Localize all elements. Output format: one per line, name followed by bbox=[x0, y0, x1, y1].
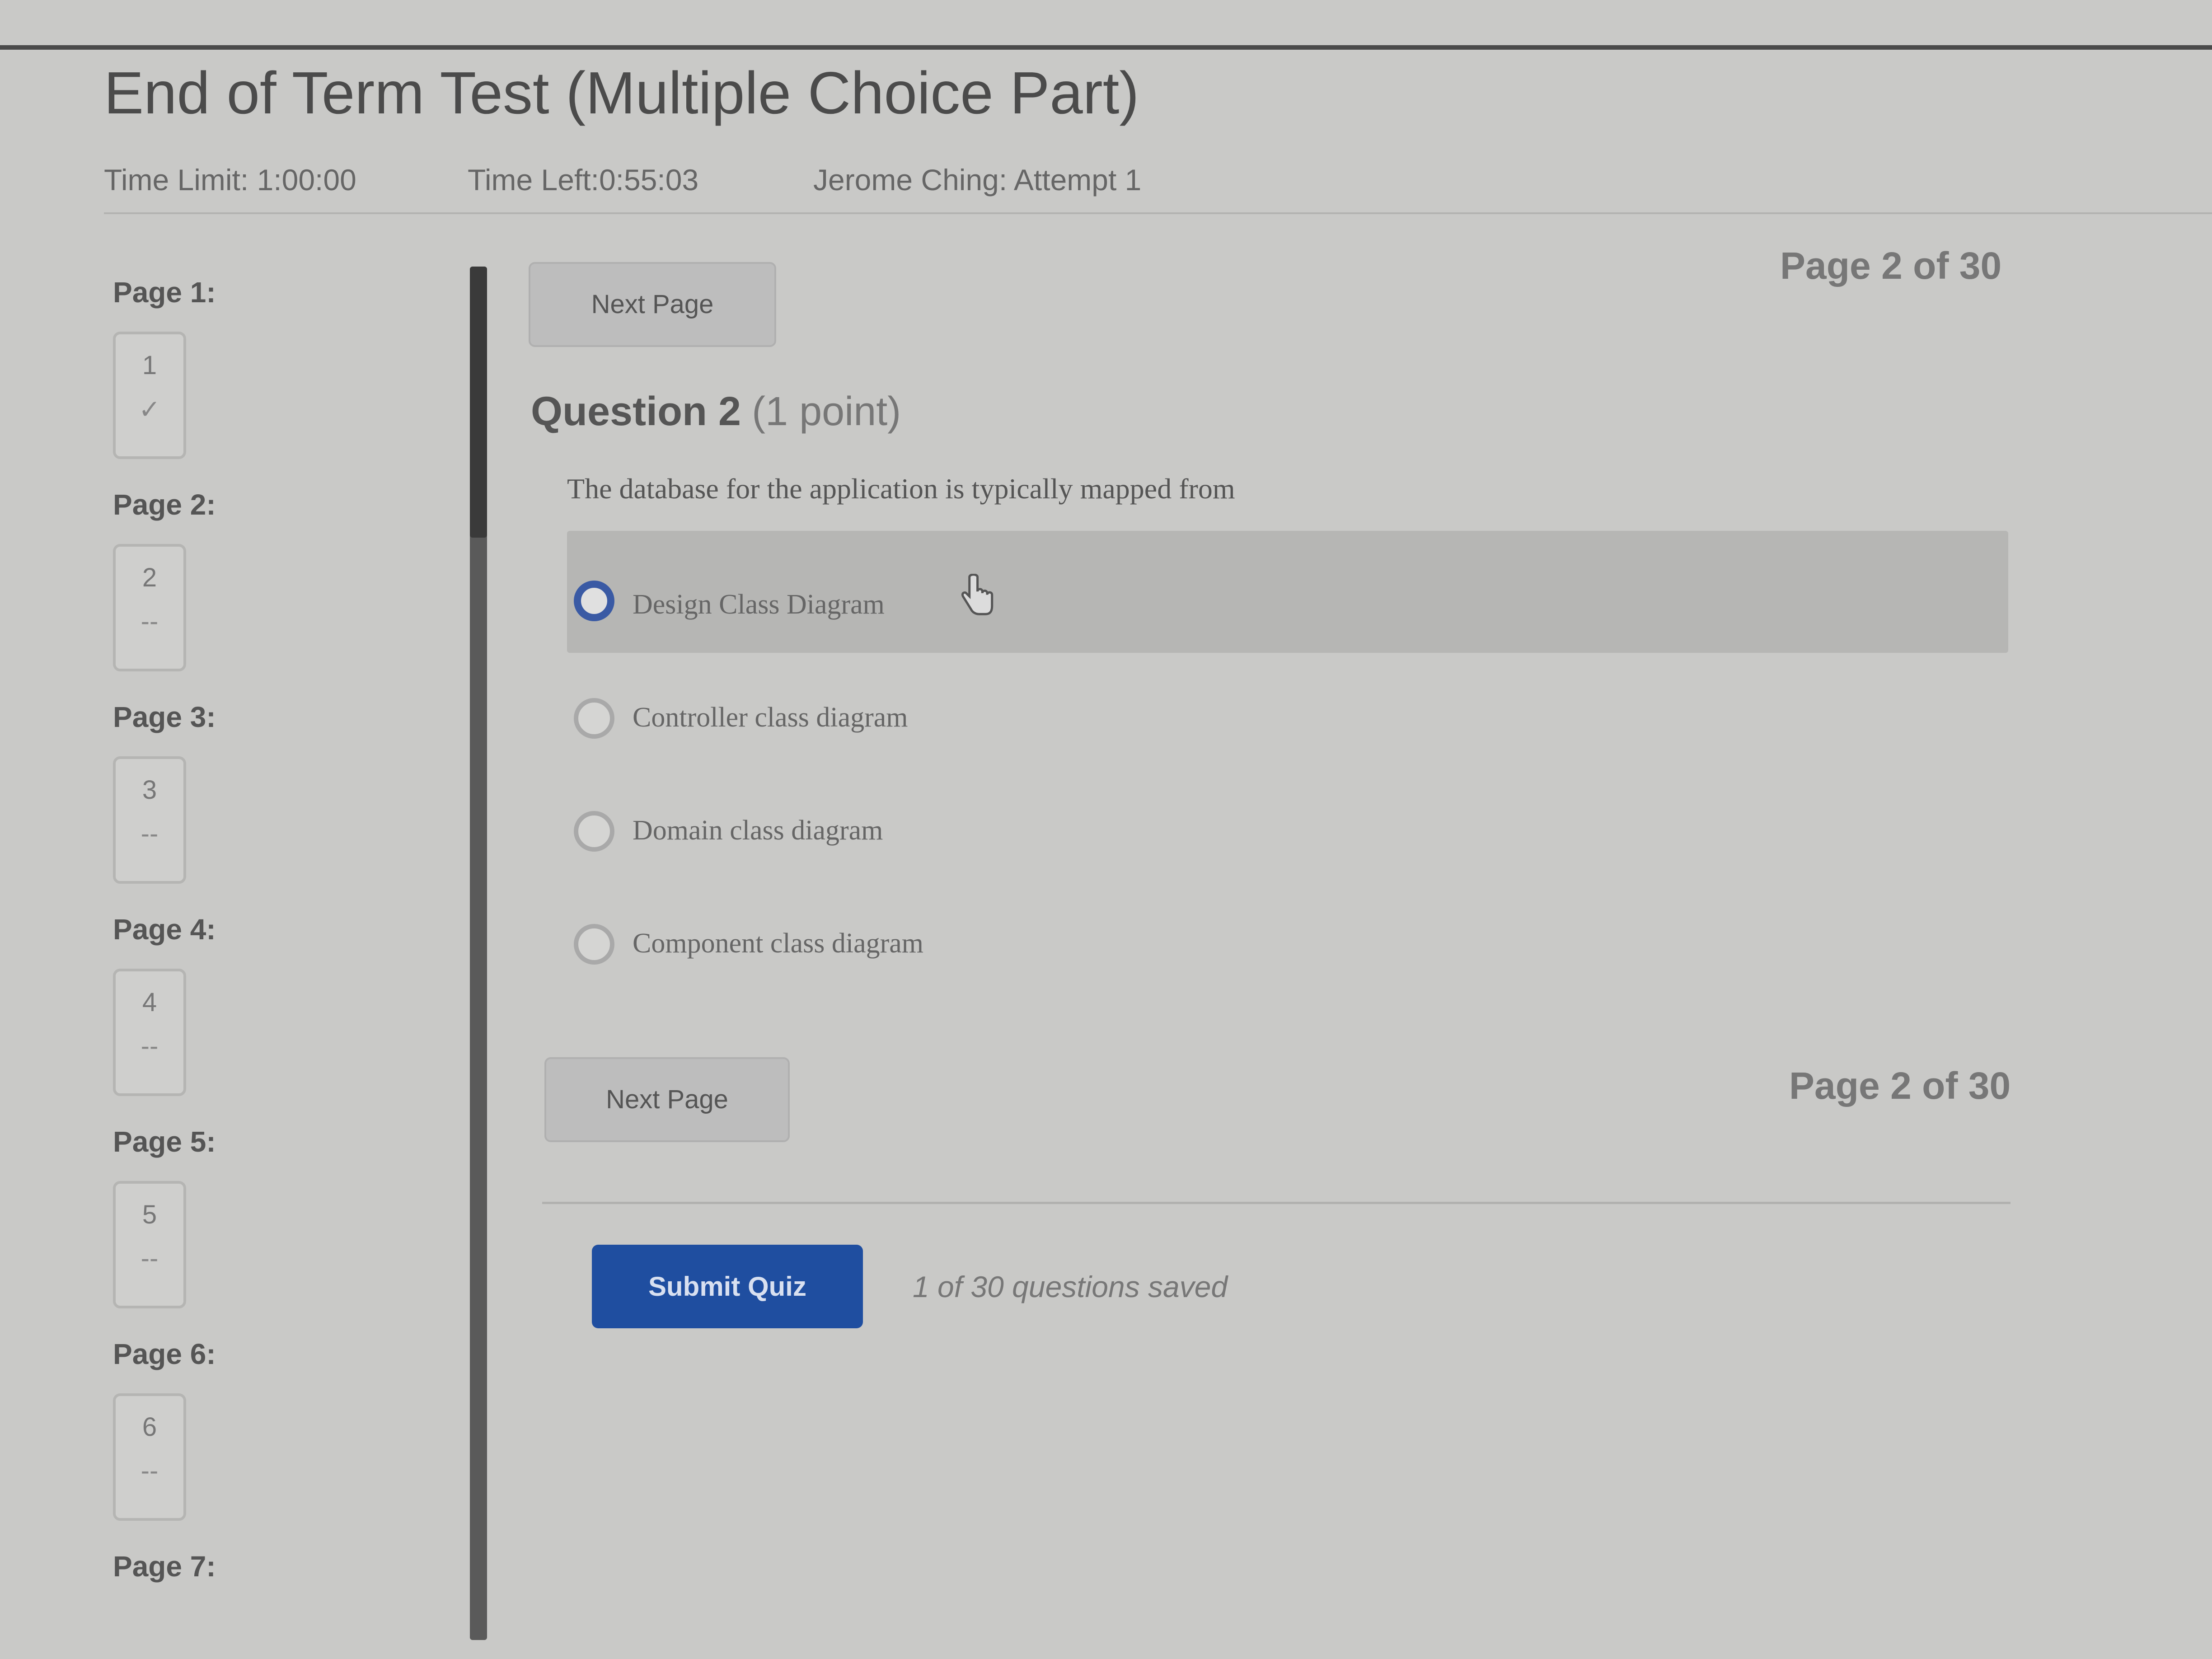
scrollbar-thumb[interactable] bbox=[470, 267, 487, 538]
answer-option[interactable]: Domain class diagram bbox=[567, 766, 2008, 879]
page-label: Page 1: bbox=[113, 276, 216, 309]
quiz-title: End of Term Test (Multiple Choice Part) bbox=[104, 60, 1139, 126]
page-indicator-bottom: Page 2 of 30 bbox=[1789, 1064, 2011, 1107]
question-number: Question 2 bbox=[531, 389, 741, 434]
page-3-link[interactable]: 3 -- bbox=[113, 756, 186, 884]
page-number: 1 bbox=[142, 351, 157, 380]
page-status: -- bbox=[141, 1031, 159, 1061]
radio-button[interactable] bbox=[574, 924, 614, 965]
attempt-info: Jerome Ching: Attempt 1 bbox=[813, 163, 1142, 197]
sidebar-page-4: Page 4: 4 -- bbox=[113, 913, 216, 1096]
answer-options: Design Class Diagram Controller class di… bbox=[567, 531, 2008, 992]
time-limit: Time Limit: 1:00:00 bbox=[104, 163, 356, 197]
option-label: Component class diagram bbox=[633, 928, 923, 959]
page-number: 2 bbox=[142, 563, 157, 592]
answer-option[interactable]: Controller class diagram bbox=[567, 653, 2008, 766]
page-number: 3 bbox=[142, 775, 157, 805]
page-label: Page 4: bbox=[113, 913, 216, 946]
page-number: 6 bbox=[142, 1412, 157, 1442]
submit-quiz-button[interactable]: Submit Quiz bbox=[592, 1245, 863, 1328]
radio-button[interactable] bbox=[574, 581, 614, 621]
saved-status: 1 of 30 questions saved bbox=[913, 1270, 1228, 1303]
page-navigation-sidebar: Page 1: 1 ✓ Page 2: 2 -- Page 3: 3 -- Pa… bbox=[113, 276, 452, 1659]
question-heading: Question 2 (1 point) bbox=[531, 389, 901, 435]
page-status: -- bbox=[141, 1456, 159, 1486]
page-status: -- bbox=[141, 1244, 159, 1273]
page-label: Page 6: bbox=[113, 1338, 216, 1370]
sidebar-page-6: Page 6: 6 -- bbox=[113, 1337, 216, 1521]
sidebar-scrollbar[interactable] bbox=[470, 267, 487, 1640]
sidebar-page-7: Page 7: bbox=[113, 1550, 216, 1583]
sidebar-page-3: Page 3: 3 -- bbox=[113, 700, 216, 884]
radio-button[interactable] bbox=[574, 698, 614, 739]
next-page-button-bottom[interactable]: Next Page bbox=[544, 1057, 790, 1142]
header-divider bbox=[104, 212, 2212, 214]
top-border bbox=[0, 45, 2212, 50]
answer-option[interactable]: Design Class Diagram bbox=[567, 531, 2008, 653]
answer-option[interactable]: Component class diagram bbox=[567, 879, 2008, 992]
page-label: Page 2: bbox=[113, 488, 216, 521]
page-number: 5 bbox=[142, 1200, 157, 1229]
sidebar-page-2: Page 2: 2 -- bbox=[113, 488, 216, 671]
page-1-link[interactable]: 1 ✓ bbox=[113, 332, 186, 459]
page-number: 4 bbox=[142, 988, 157, 1017]
page-6-link[interactable]: 6 -- bbox=[113, 1393, 186, 1521]
page-label: Page 3: bbox=[113, 701, 216, 733]
option-label: Controller class diagram bbox=[633, 702, 908, 733]
page-5-link[interactable]: 5 -- bbox=[113, 1181, 186, 1308]
page-indicator: Page 2 of 30 bbox=[1780, 244, 2002, 287]
question-points: (1 point) bbox=[752, 389, 901, 434]
hand-pointer-icon bbox=[961, 574, 994, 615]
option-label: Domain class diagram bbox=[633, 815, 883, 846]
page-status: -- bbox=[141, 607, 159, 636]
sidebar-page-1: Page 1: 1 ✓ bbox=[113, 276, 216, 459]
page-status: -- bbox=[141, 819, 159, 848]
page-4-link[interactable]: 4 -- bbox=[113, 969, 186, 1096]
next-page-button[interactable]: Next Page bbox=[529, 262, 776, 347]
page-label: Page 7: bbox=[113, 1550, 216, 1583]
question-text: The database for the application is typi… bbox=[567, 473, 1235, 505]
time-left: Time Left:0:55:03 bbox=[468, 163, 699, 197]
footer-divider bbox=[542, 1202, 2010, 1204]
sidebar-page-5: Page 5: 5 -- bbox=[113, 1125, 216, 1308]
page-label: Page 5: bbox=[113, 1125, 216, 1158]
checkmark-icon: ✓ bbox=[138, 395, 161, 424]
page-2-link[interactable]: 2 -- bbox=[113, 544, 186, 671]
radio-button[interactable] bbox=[574, 811, 614, 852]
option-label: Design Class Diagram bbox=[633, 589, 885, 620]
